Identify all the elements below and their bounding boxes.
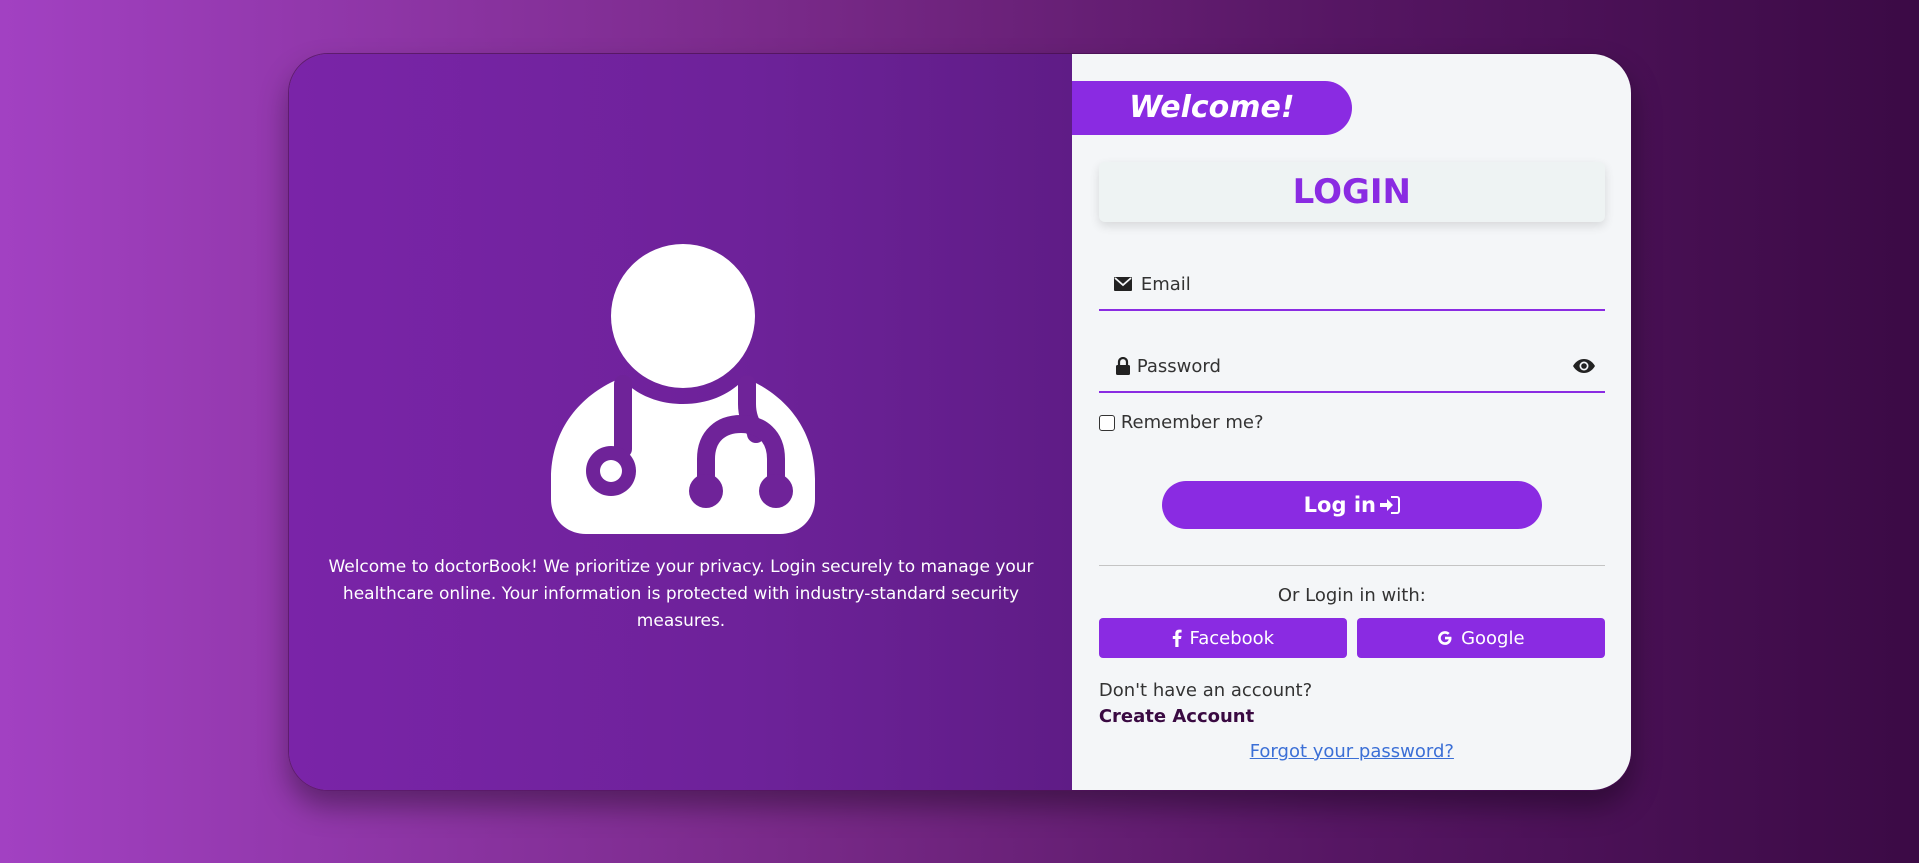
- login-title: LOGIN: [1098, 162, 1605, 222]
- remember-label: Remember me?: [1120, 412, 1264, 433]
- lock-icon: [1113, 356, 1133, 376]
- facebook-login-button[interactable]: Facebook: [1098, 618, 1347, 658]
- sign-in-icon: [1379, 496, 1400, 514]
- envelope-icon: [1113, 274, 1133, 294]
- email-input[interactable]: [1140, 273, 1605, 295]
- welcome-description: Welcome to doctorBook! We prioritize you…: [328, 557, 1034, 631]
- password-field[interactable]: [1098, 341, 1605, 393]
- divider: [1098, 565, 1605, 566]
- remember-checkbox[interactable]: [1098, 414, 1115, 431]
- google-label: Google: [1461, 627, 1525, 649]
- info-panel: Welcome to doctorBook! We prioritize you…: [289, 54, 1072, 790]
- password-input[interactable]: [1136, 355, 1571, 377]
- doctor-icon: [551, 244, 815, 534]
- login-card: Welcome to doctorBook! We prioritize you…: [288, 53, 1632, 791]
- forgot-password-link[interactable]: Forgot your password?: [1099, 741, 1605, 762]
- google-icon: [1437, 630, 1453, 646]
- google-login-button[interactable]: Google: [1356, 618, 1605, 658]
- login-panel: Welcome! LOGIN Email Remember me? Log in…: [1071, 54, 1631, 790]
- no-account-text: Don't have an account?: [1098, 680, 1313, 701]
- eye-icon[interactable]: [1571, 356, 1597, 376]
- welcome-label: Welcome!: [1071, 81, 1352, 135]
- email-field[interactable]: [1098, 259, 1605, 311]
- login-button[interactable]: Log in: [1161, 481, 1542, 529]
- remember-me[interactable]: Remember me?: [1098, 412, 1264, 433]
- create-account-link[interactable]: Create Account: [1099, 706, 1254, 727]
- or-login-with-text: Or Login in with:: [1277, 585, 1426, 606]
- login-button-label: Log in: [1303, 493, 1376, 517]
- facebook-label: Facebook: [1189, 627, 1275, 649]
- facebook-icon: [1172, 629, 1182, 647]
